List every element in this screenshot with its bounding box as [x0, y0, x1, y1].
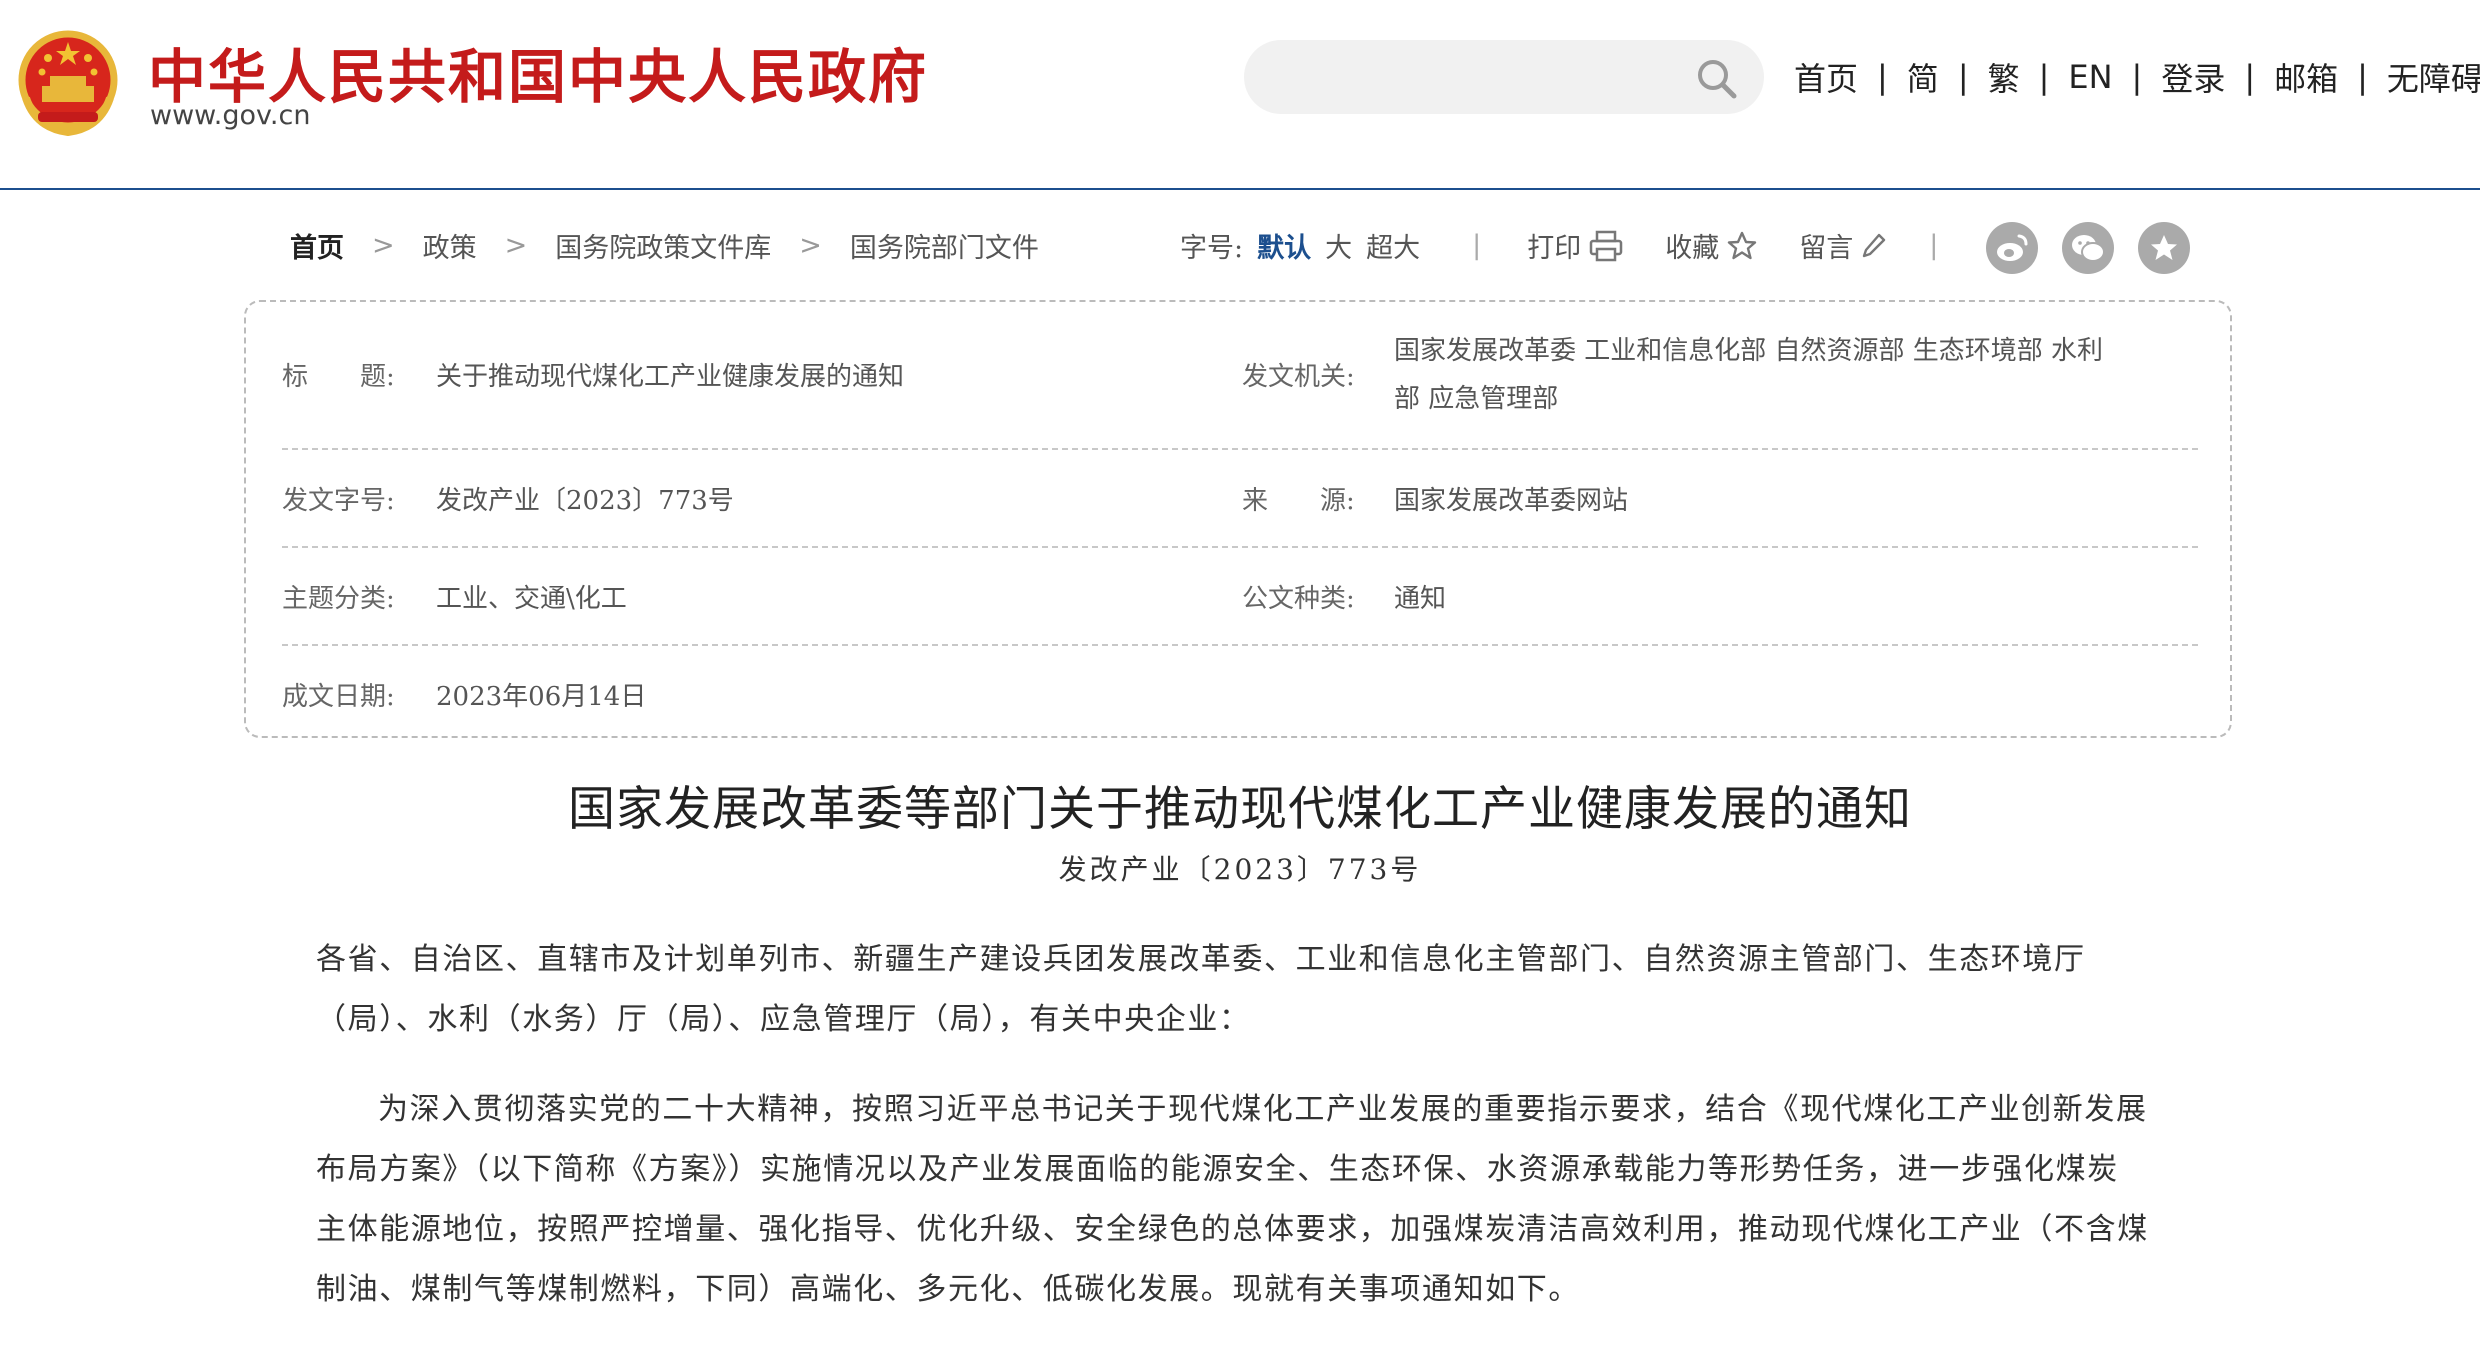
article-doc-number: 发改产业〔2023〕773号 — [1058, 853, 1422, 886]
nav-separator: | — [1957, 58, 1969, 96]
divider: | — [1472, 230, 1482, 261]
body-paragraph: 为深入贯彻落实党的二十大精神，按照习近平总书记关于现代煤化工产业发展的重要指示要… — [316, 1080, 2176, 1320]
comment-button[interactable]: 留言 — [1799, 226, 1887, 265]
body-line: 主体能源地位，按照严控增量、强化指导、优化升级、安全绿色的总体要求，加强煤炭清洁… — [316, 1212, 2149, 1247]
source-label: 来 源: — [1242, 486, 1355, 516]
site-header: 中华人民共和国中央人民政府 www.gov.cn 首页 | 简 | 繁 | EN… — [0, 0, 2480, 190]
nav-traditional[interactable]: 繁 — [1988, 54, 2020, 100]
document-info-table: 标 题: 关于推动现代煤化工产业健康发展的通知 发文机关: 国家发展改革委 工业… — [244, 300, 2232, 738]
topic-value: 工业、交通\化工 — [436, 584, 627, 614]
source-value: 国家发展改革委网站 — [1394, 486, 1629, 516]
info-row: 成文日期: 2023年06月14日 — [282, 646, 2198, 738]
addressee-paragraph: 各省、自治区、直辖市及计划单列市、新疆生产建设兵团发展改革委、工业和信息化主管部… — [316, 930, 2176, 1050]
breadcrumb-department-docs[interactable]: 国务院部门文件 — [850, 226, 1039, 265]
docno-label: 发文字号: — [282, 486, 395, 516]
info-row: 主题分类: 工业、交通\化工 公文种类: 通知 — [282, 548, 2198, 646]
breadcrumb-home[interactable]: 首页 — [290, 226, 344, 265]
issuer-value-line1: 国家发展改革委 工业和信息化部 自然资源部 生态环境部 水利 — [1394, 336, 2104, 366]
comment-label: 留言 — [1799, 233, 1854, 264]
body-line: 布局方案》（以下简称《方案》）实施情况以及产业发展面临的能源安全、生态环保、水资… — [316, 1152, 2119, 1187]
favorite-share-button[interactable] — [2138, 222, 2190, 274]
font-size-default[interactable]: 默认 — [1257, 226, 1311, 265]
title-label: 标 题: — [282, 362, 395, 392]
font-size-xlarge[interactable]: 超大 — [1366, 226, 1420, 265]
nav-separator: | — [1877, 58, 1888, 96]
chevron-right-icon: > — [799, 230, 822, 261]
topic-label: 主题分类: — [282, 584, 395, 614]
search-icon[interactable] — [1694, 56, 1738, 100]
breadcrumb-policy[interactable]: 政策 — [423, 226, 477, 265]
favorite-button[interactable]: 收藏 — [1665, 226, 1757, 265]
nav-separator: | — [2131, 58, 2143, 96]
search-box[interactable] — [1244, 40, 1764, 114]
font-size-large[interactable]: 大 — [1325, 226, 1352, 265]
article-title: 国家发展改革委等部门关于推动现代煤化工产业健康发展的通知 — [568, 782, 1912, 837]
wechat-share-button[interactable] — [2062, 222, 2114, 274]
divider: | — [1929, 230, 1939, 261]
date-label: 成文日期: — [282, 682, 395, 712]
top-nav: 首页 | 简 | 繁 | EN | 登录 | 邮箱 | 无障碍 — [1794, 54, 2480, 100]
weibo-icon — [1997, 234, 2028, 261]
national-emblem-icon[interactable] — [16, 28, 120, 136]
print-label: 打印 — [1527, 233, 1582, 264]
breadcrumb-policy-library[interactable]: 国务院政策文件库 — [555, 226, 771, 265]
nav-mail[interactable]: 邮箱 — [2274, 54, 2338, 100]
print-button[interactable]: 打印 — [1527, 226, 1623, 265]
article-toolbar: 首页 > 政策 > 国务院政策文件库 > 国务院部门文件 字号: 默认 大 超大… — [0, 222, 2480, 274]
title-value: 关于推动现代煤化工产业健康发展的通知 — [436, 362, 905, 392]
nav-separator: | — [2244, 58, 2256, 96]
nav-home[interactable]: 首页 — [1794, 54, 1858, 100]
star-icon — [2151, 235, 2177, 260]
pencil-icon — [1863, 233, 1886, 257]
body-line: 为深入贯彻落实党的二十大精神，按照习近平总书记关于现代煤化工产业发展的重要指示要… — [378, 1092, 2148, 1127]
docno-value: 发改产业〔2023〕773号 — [436, 486, 734, 516]
nav-simplified[interactable]: 简 — [1907, 54, 1939, 100]
favorite-label: 收藏 — [1665, 233, 1720, 264]
issuer-value-line2: 部 应急管理部 — [1394, 384, 1559, 414]
chevron-right-icon: > — [504, 230, 528, 261]
wechat-icon — [2072, 235, 2105, 262]
addressee-line: （局）、水利（水务）厅（局）、应急管理厅（局），有关中央企业： — [316, 1002, 1251, 1037]
site-url[interactable]: www.gov.cn — [150, 100, 310, 131]
weibo-share-button[interactable] — [1986, 222, 2038, 274]
body-line: 制油、煤制气等煤制燃料，下同）高端化、多元化、低碳化发展。现就有关事项通知如下。 — [316, 1272, 1580, 1307]
nav-accessibility[interactable]: 无障碍 — [2387, 54, 2480, 100]
breadcrumb: 首页 > 政策 > 国务院政策文件库 > 国务院部门文件 — [290, 226, 1039, 265]
info-row: 标 题: 关于推动现代煤化工产业健康发展的通知 发文机关: 国家发展改革委 工业… — [282, 302, 2198, 450]
printer-icon — [1589, 230, 1623, 261]
addressee-line: 各省、自治区、直辖市及计划单列市、新疆生产建设兵团发展改革委、工业和信息化主管部… — [316, 942, 2086, 977]
nav-separator: | — [2038, 58, 2050, 96]
nav-separator: | — [2357, 58, 2368, 96]
info-row: 发文字号: 发改产业〔2023〕773号 来 源: 国家发展改革委网站 — [282, 450, 2198, 548]
nav-login[interactable]: 登录 — [2161, 54, 2225, 100]
nav-english[interactable]: EN — [2068, 58, 2112, 96]
doctype-value: 通知 — [1394, 584, 1447, 614]
date-value: 2023年06月14日 — [436, 682, 647, 712]
chevron-right-icon: > — [372, 230, 395, 261]
tool-group: 字号: 默认 大 超大 | 打印 收藏 留言 | — [1180, 226, 1976, 265]
font-size-label: 字号: — [1180, 233, 1244, 264]
star-outline-icon — [1728, 231, 1757, 259]
doctype-label: 公文种类: — [1242, 584, 1355, 614]
issuer-label: 发文机关: — [1242, 362, 1355, 392]
